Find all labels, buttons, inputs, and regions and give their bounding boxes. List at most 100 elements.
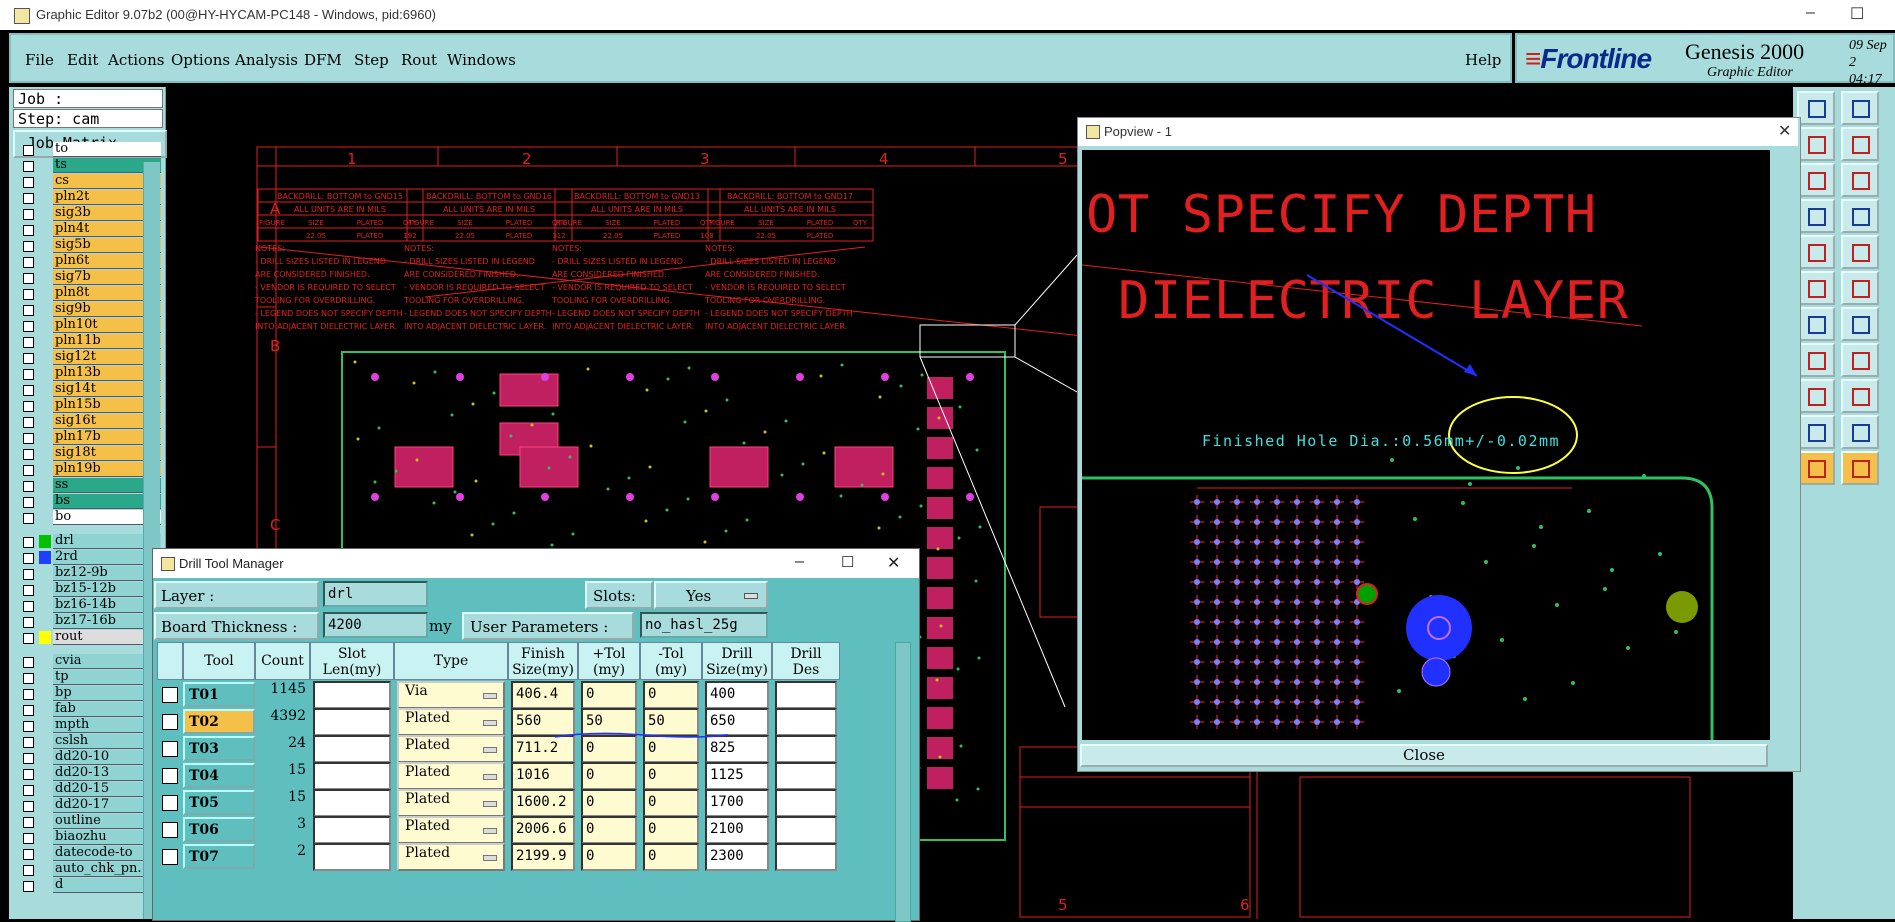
layer-row[interactable]: dd20-17: [13, 798, 161, 813]
type-select[interactable]: Via: [397, 681, 505, 709]
drill-size-input[interactable]: 1700: [705, 789, 769, 817]
layer-row[interactable]: dd20-13: [13, 766, 161, 781]
layer-row[interactable]: datecode-to: [13, 846, 161, 861]
drill-des-input[interactable]: [775, 816, 837, 844]
drill-table-scrollbar[interactable]: [895, 642, 911, 922]
slot-len-input[interactable]: [313, 816, 391, 844]
layer-checkbox[interactable]: [23, 753, 34, 764]
layer-checkbox[interactable]: [23, 569, 34, 580]
layer-checkbox[interactable]: [23, 833, 34, 844]
menu-dfm[interactable]: DFM: [304, 51, 342, 69]
slot-len-input[interactable]: [313, 735, 391, 763]
snap-tool-button[interactable]: [1797, 235, 1835, 269]
layer-row[interactable]: biaozhu: [13, 830, 161, 845]
layer-row[interactable]: sig12t: [13, 350, 161, 365]
layer-row[interactable]: pln8t: [13, 286, 161, 301]
minimize-button[interactable]: –: [1806, 4, 1815, 22]
line-tool-button[interactable]: [1841, 343, 1879, 377]
finish-size-input[interactable]: 1016: [511, 762, 575, 790]
layer-checkbox[interactable]: [23, 617, 34, 628]
layer-row[interactable]: pln13b: [13, 366, 161, 381]
layer-row[interactable]: dd20-15: [13, 782, 161, 797]
layer-checkbox[interactable]: [23, 849, 34, 860]
layer-row[interactable]: auto_chk_pn.: [13, 862, 161, 877]
layer-checkbox[interactable]: [23, 369, 34, 380]
dtm-close-button[interactable]: ✕: [887, 553, 900, 573]
menu-rout[interactable]: Rout: [401, 51, 437, 69]
layer-row[interactable]: bo: [13, 510, 161, 525]
minus-tol-input[interactable]: 0: [643, 816, 699, 844]
layer-row[interactable]: bz15-12b: [13, 582, 161, 597]
plus-tol-input[interactable]: 0: [581, 762, 637, 790]
popview-close-icon[interactable]: ✕: [1778, 121, 1791, 141]
board-thickness-field[interactable]: 4200: [323, 612, 428, 638]
layer-checkbox[interactable]: [23, 673, 34, 684]
tool-button[interactable]: T06: [183, 817, 255, 842]
tool-button[interactable]: T04: [183, 763, 255, 788]
layer-row[interactable]: pln19b: [13, 462, 161, 477]
layer-checkbox[interactable]: [23, 705, 34, 716]
layer-row[interactable]: cs: [13, 174, 161, 189]
layer-checkbox[interactable]: [23, 801, 34, 812]
drill-des-input[interactable]: [775, 735, 837, 763]
screen-tool-button[interactable]: [1841, 91, 1879, 125]
row-expand-icon[interactable]: [162, 849, 178, 865]
layer-checkbox[interactable]: [23, 273, 34, 284]
layer-row[interactable]: tp: [13, 670, 161, 685]
home-tool-button[interactable]: [1797, 127, 1835, 161]
plus-tol-input[interactable]: 0: [581, 681, 637, 709]
layer-checkbox[interactable]: [23, 537, 34, 548]
layer-checkbox[interactable]: [23, 553, 34, 564]
maximize-button[interactable]: ☐: [1850, 4, 1864, 24]
slot-len-input[interactable]: [313, 762, 391, 790]
drill-size-input[interactable]: 2100: [705, 816, 769, 844]
layer-checkbox[interactable]: [23, 689, 34, 700]
type-select[interactable]: Plated: [397, 708, 505, 736]
layer-checkbox[interactable]: [23, 785, 34, 796]
row-expand-icon[interactable]: [162, 714, 178, 730]
layer-checkbox[interactable]: [23, 417, 34, 428]
layer-field[interactable]: drl: [323, 581, 428, 607]
finish-size-input[interactable]: 406.4: [511, 681, 575, 709]
drill-size-input[interactable]: 2300: [705, 843, 769, 871]
minus-tol-input[interactable]: 0: [643, 681, 699, 709]
finish-size-input[interactable]: 2199.9: [511, 843, 575, 871]
layer-checkbox[interactable]: [23, 585, 34, 596]
layer-checkbox[interactable]: [23, 865, 34, 876]
polygon-tool-button[interactable]: [1841, 415, 1879, 449]
layer-row[interactable]: 2rd: [13, 550, 161, 565]
user-params-field[interactable]: no_hasl_25g: [640, 612, 768, 638]
layer-checkbox[interactable]: [23, 817, 34, 828]
cross-tool-button[interactable]: [1797, 307, 1835, 341]
layer-row[interactable]: ts: [13, 158, 161, 173]
layer-row[interactable]: to: [13, 142, 161, 157]
text-tool-button[interactable]: [1797, 415, 1835, 449]
arc-tool-button[interactable]: [1797, 379, 1835, 413]
row-expand-icon[interactable]: [162, 822, 178, 838]
layer-row[interactable]: pln17b: [13, 430, 161, 445]
dtm-maximize-button[interactable]: ☐: [841, 553, 854, 571]
layer-checkbox[interactable]: [23, 177, 34, 188]
slots-select[interactable]: Yes: [654, 581, 768, 609]
type-select[interactable]: Plated: [397, 762, 505, 790]
row-expand-icon[interactable]: [162, 741, 178, 757]
layer-row[interactable]: pln4t: [13, 222, 161, 237]
layer-row[interactable]: pln15b: [13, 398, 161, 413]
menu-windows[interactable]: Windows: [447, 51, 516, 69]
type-select[interactable]: Plated: [397, 789, 505, 817]
drill-des-input[interactable]: [775, 762, 837, 790]
layer-row[interactable]: dd20-10: [13, 750, 161, 765]
tool-button[interactable]: T02: [183, 709, 255, 734]
menu-file[interactable]: File: [25, 51, 54, 69]
slot-len-input[interactable]: [313, 708, 391, 736]
copy-tool-button[interactable]: [1797, 163, 1835, 197]
layer-checkbox[interactable]: [23, 209, 34, 220]
layer-checkbox[interactable]: [23, 241, 34, 252]
minus-tol-input[interactable]: 0: [643, 789, 699, 817]
layer-row[interactable]: bz12-9b: [13, 566, 161, 581]
menu-help[interactable]: Help: [1465, 51, 1501, 69]
row-expand-icon[interactable]: [162, 768, 178, 784]
minus-tol-input[interactable]: 0: [643, 843, 699, 871]
type-select[interactable]: Plated: [397, 816, 505, 844]
menu-options[interactable]: Options: [171, 51, 230, 69]
